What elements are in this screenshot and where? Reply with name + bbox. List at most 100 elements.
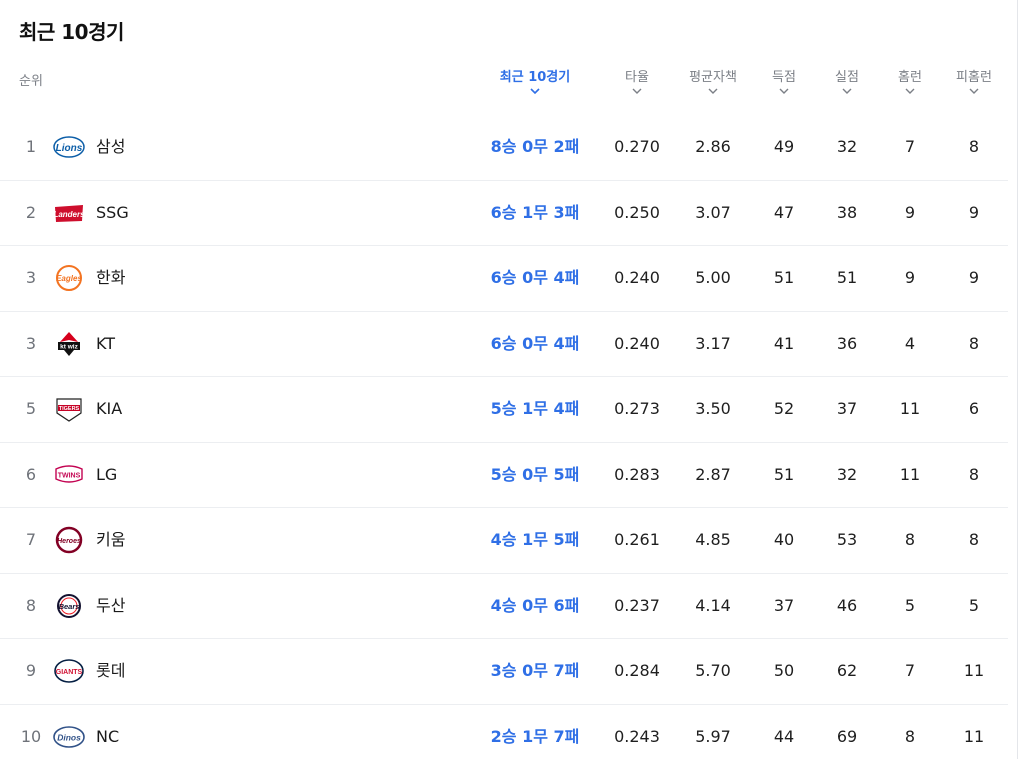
home-runs-allowed-cell: 8 xyxy=(946,508,1002,572)
runs-allowed-cell: 53 xyxy=(820,508,874,572)
chevron-down-icon xyxy=(779,88,789,95)
team-name[interactable]: SSG xyxy=(96,181,129,245)
standings-table: 1Lions삼성8승 0무 2패0.2702.864932782LandersS… xyxy=(0,115,1008,769)
header-era-label: 평균자책 xyxy=(676,66,750,85)
recent-record-cell: 8승 0무 2패 xyxy=(475,115,595,179)
home-runs-allowed-cell: 5 xyxy=(946,574,1002,638)
avg-cell: 0.250 xyxy=(605,181,669,245)
team-name[interactable]: 롯데 xyxy=(96,639,125,703)
landers-logo-icon: Landers xyxy=(52,199,86,227)
avg-cell: 0.273 xyxy=(605,377,669,441)
page-title: 최근 10경기 xyxy=(19,16,124,45)
eagles-logo-icon: Eagles xyxy=(52,264,86,292)
rank-cell: 5 xyxy=(16,377,46,441)
svg-text:Eagles: Eagles xyxy=(56,274,82,283)
sort-runs-allowed[interactable]: 실점 xyxy=(823,66,871,95)
avg-cell: 0.237 xyxy=(605,574,669,638)
home-runs-cell: 4 xyxy=(884,312,936,376)
avg-cell: 0.240 xyxy=(605,246,669,310)
table-header: 순위 최근 10경기 타율 평균자책 득점 실점 홈런 피홈런 xyxy=(0,66,1010,106)
table-row[interactable]: 6 TWINS LG 5승 0무 5패0.2832.875132118 xyxy=(0,443,1008,509)
era-cell: 2.87 xyxy=(680,443,746,507)
home-runs-cell: 11 xyxy=(884,377,936,441)
era-cell: 5.70 xyxy=(680,639,746,703)
svg-text:TIGERS: TIGERS xyxy=(59,406,80,412)
chevron-down-icon xyxy=(708,88,718,95)
home-runs-cell: 8 xyxy=(884,508,936,572)
team-name[interactable]: KT xyxy=(96,312,115,376)
runs-allowed-cell: 37 xyxy=(820,377,874,441)
chevron-down-icon xyxy=(969,88,979,95)
recent-record-cell: 5승 0무 5패 xyxy=(475,443,595,507)
rank-cell: 8 xyxy=(16,574,46,638)
avg-cell: 0.284 xyxy=(605,639,669,703)
home-runs-cell: 11 xyxy=(884,443,936,507)
svg-text:Dinos: Dinos xyxy=(57,732,81,742)
runs-allowed-cell: 32 xyxy=(820,115,874,179)
table-row[interactable]: 5TIGERSKIA5승 1무 4패0.2733.505237116 xyxy=(0,377,1008,443)
team-name[interactable]: 삼성 xyxy=(96,115,125,179)
avg-cell: 0.261 xyxy=(605,508,669,572)
table-row[interactable]: 9GIANTS롯데3승 0무 7패0.2845.705062711 xyxy=(0,639,1008,705)
team-name[interactable]: 한화 xyxy=(96,246,125,310)
rank-cell: 3 xyxy=(16,246,46,310)
chevron-down-icon xyxy=(905,88,915,95)
home-runs-allowed-cell: 9 xyxy=(946,246,1002,310)
table-row[interactable]: 3kt wizKT6승 0무 4패0.2403.17413648 xyxy=(0,312,1008,378)
recent-record-cell: 5승 1무 4패 xyxy=(475,377,595,441)
sort-era[interactable]: 평균자책 xyxy=(676,66,750,95)
chevron-down-icon xyxy=(842,88,852,95)
sort-recent-10-games[interactable]: 최근 10경기 xyxy=(490,66,580,95)
table-row[interactable]: 3Eagles한화6승 0무 4패0.2405.00515199 xyxy=(0,246,1008,312)
home-runs-allowed-cell: 8 xyxy=(946,443,1002,507)
runs-scored-cell: 37 xyxy=(756,574,812,638)
home-runs-allowed-cell: 8 xyxy=(946,115,1002,179)
table-row[interactable]: 1Lions삼성8승 0무 2패0.2702.86493278 xyxy=(0,115,1008,181)
runs-scored-cell: 51 xyxy=(756,246,812,310)
home-runs-allowed-cell: 11 xyxy=(946,639,1002,703)
svg-text:kt wiz: kt wiz xyxy=(60,343,78,350)
team-name[interactable]: KIA xyxy=(96,377,122,441)
runs-allowed-cell: 32 xyxy=(820,443,874,507)
avg-cell: 0.240 xyxy=(605,312,669,376)
lions-logo-icon: Lions xyxy=(52,133,86,161)
runs-scored-cell: 41 xyxy=(756,312,812,376)
table-row[interactable]: 2LandersSSG6승 1무 3패0.2503.07473899 xyxy=(0,181,1008,247)
bears-logo-icon: Bears xyxy=(52,592,86,620)
runs-allowed-cell: 51 xyxy=(820,246,874,310)
era-cell: 4.14 xyxy=(680,574,746,638)
era-cell: 2.86 xyxy=(680,115,746,179)
svg-text:TWINS: TWINS xyxy=(58,472,81,479)
avg-cell: 0.283 xyxy=(605,443,669,507)
avg-cell: 0.270 xyxy=(605,115,669,179)
table-row[interactable]: 8Bears두산4승 0무 6패0.2374.14374655 xyxy=(0,574,1008,640)
runs-scored-cell: 47 xyxy=(756,181,812,245)
sort-batting-average[interactable]: 타율 xyxy=(612,66,662,95)
runs-scored-cell: 49 xyxy=(756,115,812,179)
rank-cell: 3 xyxy=(16,312,46,376)
sort-runs-scored[interactable]: 득점 xyxy=(760,66,808,95)
recent-record-cell: 3승 0무 7패 xyxy=(475,639,595,703)
team-name[interactable]: 키움 xyxy=(96,508,125,572)
rank-cell: 7 xyxy=(16,508,46,572)
table-row[interactable]: 10DinosNC2승 1무 7패0.2435.974469811 xyxy=(0,705,1008,769)
runs-allowed-cell: 38 xyxy=(820,181,874,245)
header-runs-scored-label: 득점 xyxy=(760,66,808,85)
home-runs-allowed-cell: 9 xyxy=(946,181,1002,245)
runs-scored-cell: 51 xyxy=(756,443,812,507)
header-runs-allowed-label: 실점 xyxy=(823,66,871,85)
sort-home-runs-allowed[interactable]: 피홈런 xyxy=(946,66,1002,95)
heroes-logo-icon: Heroes xyxy=(52,526,86,554)
chevron-down-icon xyxy=(530,88,540,95)
home-runs-cell: 9 xyxy=(884,246,936,310)
chevron-down-icon xyxy=(632,88,642,95)
era-cell: 3.50 xyxy=(680,377,746,441)
dinos-logo-icon: Dinos xyxy=(52,723,86,751)
team-name[interactable]: LG xyxy=(96,443,117,507)
rank-cell: 6 xyxy=(16,443,46,507)
table-row[interactable]: 7Heroes키움4승 1무 5패0.2614.85405388 xyxy=(0,508,1008,574)
recent-record-cell: 6승 0무 4패 xyxy=(475,312,595,376)
team-name[interactable]: 두산 xyxy=(96,574,125,638)
sort-home-runs[interactable]: 홈런 xyxy=(886,66,934,95)
rank-cell: 2 xyxy=(16,181,46,245)
